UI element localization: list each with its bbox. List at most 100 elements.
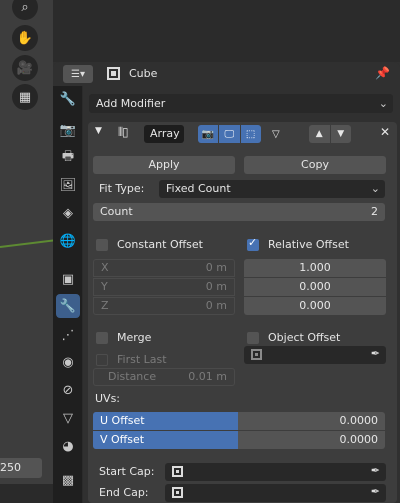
modifier-icon[interactable]: 🔧 (56, 294, 80, 318)
viewport-visibility-icon[interactable]: 🖵 (219, 125, 240, 143)
camera-icon[interactable]: 🎥 (12, 55, 38, 81)
collapse-toggle[interactable]: ▼ (95, 126, 102, 136)
start-cap-field[interactable]: ✒ (165, 463, 386, 481)
grid-icon[interactable]: ▦ (12, 84, 38, 110)
constant-z-field[interactable]: Z 0 m (93, 297, 235, 315)
properties-header: ☰▾ Cube 📌 (53, 62, 400, 86)
hand-icon[interactable]: ✋ (12, 25, 38, 51)
timeline-strip (0, 484, 53, 503)
editor-type-button[interactable]: ☰▾ (63, 65, 93, 83)
count-label: Count (100, 205, 133, 218)
object-name: Cube (129, 67, 158, 80)
apply-button[interactable]: Apply (93, 156, 235, 174)
constant-z-label: Z (101, 299, 109, 312)
constant-y-value: 0 m (205, 280, 227, 293)
object-field-icon (172, 487, 183, 498)
y-axis-line (0, 238, 53, 248)
merge-checkbox[interactable] (96, 332, 108, 344)
distance-field[interactable]: Distance 0.01 m (93, 368, 235, 386)
first-last-checkbox[interactable] (96, 354, 108, 366)
properties-editor: ☰▾ Cube 📌 🔧 📷 🖶 🖼 ◈ 🌐 ▣ 🔧 ⋰ ◉ ⊘ ▽ ◕ ▩ Ad… (53, 62, 400, 503)
texture-icon[interactable]: ▩ (56, 468, 80, 492)
v-offset-value: 0.0000 (339, 433, 379, 446)
tool-icon[interactable]: 🔧 (56, 87, 80, 111)
properties-tabs: 🔧 📷 🖶 🖼 ◈ 🌐 ▣ 🔧 ⋰ ◉ ⊘ ▽ ◕ ▩ (53, 86, 82, 503)
v-offset-label: V Offset (100, 433, 145, 446)
fit-type-label: Fit Type: (99, 182, 145, 195)
editmode-visibility-icon[interactable]: ⬚ (240, 125, 261, 143)
object-icon-tab[interactable]: ▣ (56, 267, 80, 291)
modifier-name-field[interactable]: Array (144, 125, 184, 143)
object-offset-checkbox[interactable] (247, 332, 259, 344)
constant-y-label: Y (101, 280, 108, 293)
eyedropper-icon[interactable]: ✒ (371, 464, 380, 477)
u-offset-value: 0.0000 (339, 414, 379, 427)
modifier-header: ▼ ⫴▯ Array 📷 🖵 ⬚ ▽ ▲ ▼ ✕ (88, 122, 397, 146)
object-offset-label: Object Offset (268, 331, 341, 344)
cage-icon[interactable]: ▽ (266, 125, 286, 143)
merge-label: Merge (117, 331, 152, 344)
view-layer-icon[interactable]: 🖼 (56, 173, 80, 197)
v-offset-slider[interactable]: V Offset 0.0000 (93, 431, 385, 449)
fit-type-select[interactable]: Fixed Count ⌄ (159, 180, 385, 198)
pin-icon[interactable]: 📌 (375, 66, 390, 80)
offset-object-field[interactable]: ✒ (244, 346, 386, 364)
relative-offset-label: Relative Offset (268, 238, 349, 251)
array-icon: ⫴▯ (118, 125, 129, 139)
distance-value: 0.01 m (188, 370, 227, 383)
zoom-icon[interactable]: ⌕ (12, 0, 38, 20)
array-modifier-box: ▼ ⫴▯ Array 📷 🖵 ⬚ ▽ ▲ ▼ ✕ Apply Copy Fit … (88, 122, 397, 503)
scene-icon[interactable]: ◈ (56, 201, 80, 225)
end-cap-label: End Cap: (99, 486, 149, 499)
count-value: 2 (371, 205, 378, 218)
relative-offset-checkbox[interactable] (247, 236, 259, 251)
viewport[interactable]: ⌕ ✋ 🎥 ▦ 250 (0, 0, 53, 503)
u-offset-label: U Offset (100, 414, 145, 427)
chevron-down-icon: ⌄ (370, 182, 380, 195)
add-modifier-label: Add Modifier (96, 97, 166, 110)
constant-x-field[interactable]: X 0 m (93, 259, 235, 277)
relative-x-field[interactable]: 1.000 (244, 259, 386, 277)
fit-type-value: Fixed Count (166, 182, 231, 195)
render-icon[interactable]: 📷 (56, 118, 80, 142)
move-up-icon[interactable]: ▲ (309, 125, 330, 143)
constant-x-label: X (101, 261, 109, 274)
relative-z-field[interactable]: 0.000 (244, 297, 386, 315)
visibility-toggles: 📷 🖵 ⬚ ▽ (198, 125, 286, 143)
output-icon[interactable]: 🖶 (56, 146, 80, 170)
object-field-icon (251, 349, 262, 360)
end-cap-field[interactable]: ✒ (165, 484, 386, 502)
constant-y-field[interactable]: Y 0 m (93, 278, 235, 296)
close-icon[interactable]: ✕ (380, 125, 390, 139)
eyedropper-icon[interactable]: ✒ (371, 485, 380, 498)
distance-label: Distance (108, 370, 157, 383)
constraints-icon[interactable]: ⊘ (56, 378, 80, 402)
count-field[interactable]: Count 2 (93, 203, 385, 221)
eyedropper-icon[interactable]: ✒ (371, 347, 380, 360)
constant-offset-label: Constant Offset (117, 238, 203, 251)
material-icon[interactable]: ◕ (56, 434, 80, 458)
constant-offset-checkbox[interactable] (96, 239, 108, 251)
frame-field[interactable]: 250 (0, 458, 42, 478)
world-icon[interactable]: 🌐 (56, 229, 80, 253)
object-field-icon (172, 466, 183, 477)
u-offset-slider[interactable]: U Offset 0.0000 (93, 412, 385, 430)
start-cap-label: Start Cap: (99, 465, 155, 478)
particles-icon[interactable]: ⋰ (56, 323, 80, 347)
constant-x-value: 0 m (205, 261, 227, 274)
add-modifier-dropdown[interactable]: Add Modifier ⌄ (89, 94, 393, 113)
physics-icon[interactable]: ◉ (56, 350, 80, 374)
modifier-panel: Add Modifier ⌄ ▼ ⫴▯ Array 📷 🖵 ⬚ ▽ ▲ ▼ ✕ (83, 86, 400, 503)
uvs-label: UVs: (95, 392, 121, 405)
copy-button[interactable]: Copy (244, 156, 386, 174)
chevron-down-icon: ⌄ (378, 97, 388, 110)
object-icon (107, 67, 120, 80)
constant-z-value: 0 m (205, 299, 227, 312)
relative-y-field[interactable]: 0.000 (244, 278, 386, 296)
render-visibility-icon[interactable]: 📷 (198, 125, 219, 143)
move-down-icon[interactable]: ▼ (330, 125, 351, 143)
top-strip (53, 0, 400, 62)
first-last-label: First Last (117, 353, 167, 366)
data-icon[interactable]: ▽ (56, 406, 80, 430)
move-buttons: ▲ ▼ (309, 125, 351, 143)
